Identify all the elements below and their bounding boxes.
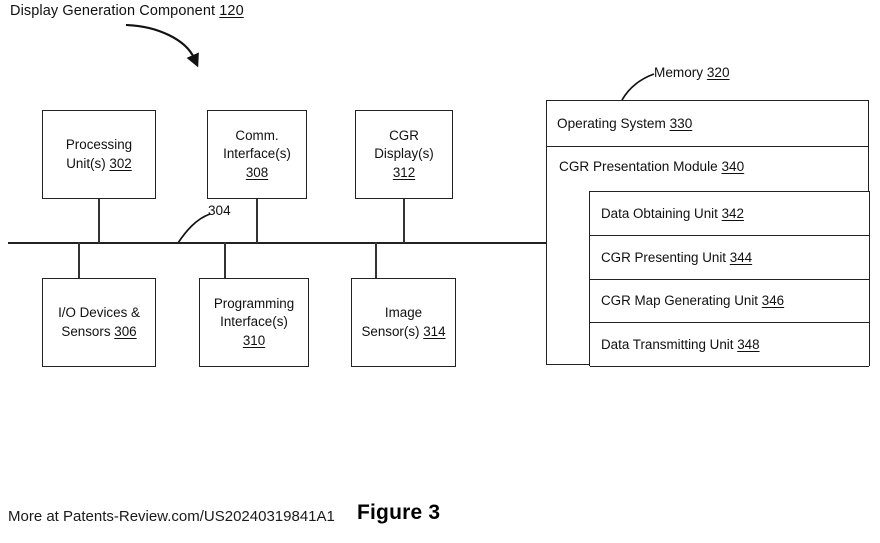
figure-title-ref: 120: [219, 3, 244, 19]
cgr-display-ref: 312: [392, 164, 416, 180]
box-processing-unit: Processing Unit(s) 302: [42, 110, 156, 199]
memory-label-ref: 320: [706, 65, 730, 80]
bus-label-304: 304: [208, 203, 231, 218]
box-io-devices: I/O Devices & Sensors 306: [42, 278, 156, 367]
cgr-display-line1: CGR: [389, 128, 419, 144]
cgr-presentation-module-ref: 340: [721, 159, 745, 174]
io-devices-ref: 306: [114, 323, 137, 339]
processing-unit-ref: 302: [109, 155, 132, 171]
memory-unit-label: CGR Map Generating Unit: [601, 293, 759, 309]
memory-row-operating-system: Operating System 330: [547, 101, 868, 147]
io-devices-line1: I/O Devices &: [58, 305, 140, 321]
memory-unit-ref: 344: [729, 249, 753, 265]
cgr-presentation-module-label: CGR Presentation Module 340: [559, 159, 744, 174]
operating-system-ref: 330: [669, 116, 693, 131]
programming-interface-line1: Programming: [213, 296, 295, 312]
box-image-sensor: Image Sensor(s) 314: [351, 278, 456, 367]
memory-unit-label: Data Transmitting Unit: [601, 337, 734, 353]
cgr-display-line2: Display(s): [374, 146, 434, 162]
system-bus-line: [8, 242, 548, 244]
memory-unit-row: Data Transmitting Unit 348: [590, 323, 869, 367]
box-programming-interface: Programming Interface(s) 310: [199, 278, 309, 367]
site-watermark: More at Patents-Review.com/US20240319841…: [8, 508, 335, 525]
image-sensor-line2: Sensor(s): [361, 323, 420, 339]
memory-unit-label: Data Obtaining Unit: [601, 205, 718, 221]
memory-label-text: Memory: [654, 65, 704, 80]
connector-image-sensor: [375, 242, 377, 278]
comm-interface-line2: Interface(s): [223, 146, 291, 162]
memory-unit-row: CGR Map Generating Unit 346: [590, 280, 869, 324]
memory-unit-label: CGR Presenting Unit: [601, 249, 727, 265]
memory-leader-line: [621, 73, 655, 101]
image-sensor-ref: 314: [423, 323, 446, 339]
io-devices-line2: Sensors: [61, 323, 111, 339]
image-sensor-line1: Image: [384, 305, 423, 321]
comm-interface-line1: Comm.: [235, 128, 279, 144]
title-pointer-arrow: [125, 23, 199, 68]
box-comm-interface: Comm. Interface(s) 308: [207, 110, 307, 199]
processing-unit-line2: Unit(s): [66, 155, 106, 171]
patent-figure-3: Display Generation Component 120 304 Pro…: [0, 0, 880, 543]
bus-leader-line: [177, 213, 211, 244]
processing-unit-line1: Processing: [65, 137, 133, 153]
memory-unit-row: CGR Presenting Unit 344: [590, 236, 869, 280]
memory-unit-ref: 348: [737, 337, 760, 353]
figure-title: Display Generation Component 120: [10, 3, 244, 19]
memory-label: Memory 320: [654, 65, 730, 80]
connector-io-devices: [78, 242, 80, 278]
connector-cgr-display: [403, 199, 405, 243]
memory-unit-row: Data Obtaining Unit 342: [590, 192, 869, 236]
cgr-presentation-module-region: CGR Presentation Module 340 Data Obtaini…: [547, 147, 870, 367]
figure-caption: Figure 3: [357, 501, 441, 524]
connector-processing-unit: [98, 199, 100, 243]
connector-comm-interface: [256, 199, 258, 243]
comm-interface-ref: 308: [245, 164, 269, 180]
figure-title-text: Display Generation Component: [10, 3, 216, 19]
cgr-presentation-module-text: CGR Presentation Module: [559, 159, 718, 174]
programming-interface-line2: Interface(s): [220, 314, 288, 330]
programming-interface-ref: 310: [242, 332, 266, 348]
memory-unit-ref: 342: [721, 205, 744, 221]
memory-unit-ref: 346: [761, 293, 785, 309]
operating-system-label: Operating System: [557, 116, 666, 131]
connector-programming-interface: [224, 242, 226, 278]
memory-block: Operating System 330 CGR Presentation Mo…: [546, 100, 870, 367]
cgr-module-unit-stack: Data Obtaining Unit 342 CGR Presenting Un…: [589, 191, 870, 367]
box-cgr-display: CGR Display(s) 312: [355, 110, 453, 199]
